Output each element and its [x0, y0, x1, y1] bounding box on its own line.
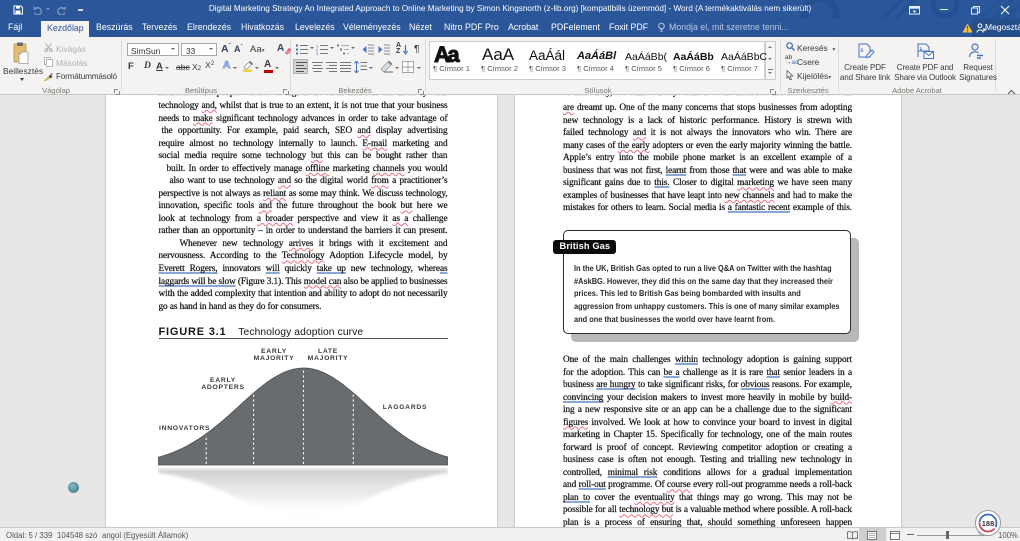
svg-text:3: 3: [316, 51, 319, 55]
svg-text:λ: λ: [861, 48, 864, 54]
svg-text:λ: λ: [920, 47, 923, 53]
svg-text:188: 188: [982, 519, 995, 528]
